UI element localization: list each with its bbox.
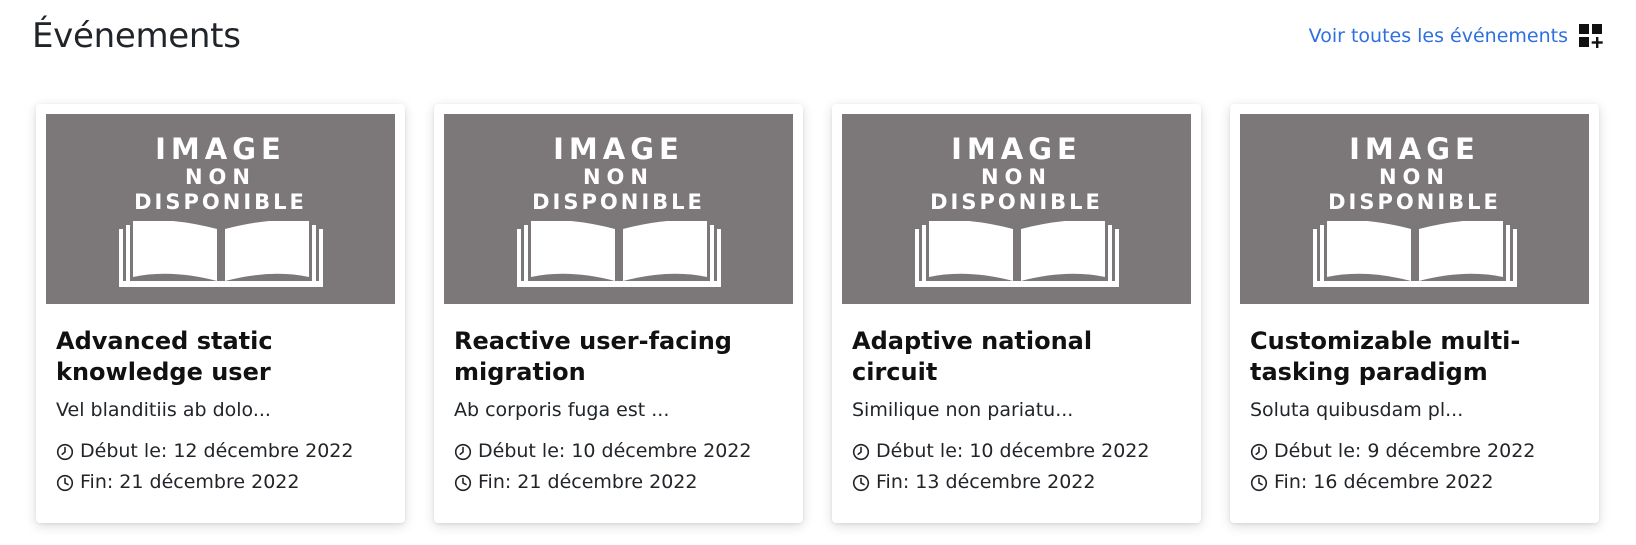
- clock-icon: [454, 474, 472, 491]
- event-end-date: Fin: 16 décembre 2022: [1250, 467, 1579, 498]
- see-all-events-label: Voir toutes les événements: [1308, 25, 1568, 47]
- event-end-date: Fin: 21 décembre 2022: [454, 467, 783, 498]
- event-card[interactable]: IMAGE NON DISPONIBLE Adaptive national c…: [832, 104, 1201, 523]
- clock-icon: [1250, 443, 1268, 460]
- event-card-body: Customizable multi-tasking paradigm Solu…: [1240, 304, 1589, 498]
- open-book-icon: [1312, 221, 1517, 287]
- event-start-label: Début le: 10 décembre 2022: [478, 440, 752, 462]
- placeholder-text-line: IMAGE: [155, 132, 286, 166]
- see-all-events-link[interactable]: Voir toutes les événements: [1309, 23, 1604, 49]
- clock-icon: [454, 443, 472, 460]
- event-start-label: Début le: 12 décembre 2022: [80, 440, 354, 462]
- placeholder-text-line: IMAGE: [553, 132, 684, 166]
- event-image-placeholder: IMAGE NON DISPONIBLE: [444, 114, 793, 304]
- event-end-label: Fin: 13 décembre 2022: [876, 471, 1096, 493]
- event-excerpt: Similique non pariatu...: [852, 399, 1074, 421]
- event-title[interactable]: Advanced static knowledge user: [56, 326, 385, 388]
- clock-icon: [852, 474, 870, 491]
- event-start-label: Début le: 10 décembre 2022: [876, 440, 1150, 462]
- event-end-date: Fin: 13 décembre 2022: [852, 467, 1181, 498]
- clock-icon: [1250, 474, 1268, 491]
- event-end-label: Fin: 16 décembre 2022: [1274, 471, 1494, 493]
- placeholder-text-line: NON: [1378, 165, 1450, 189]
- event-excerpt: Ab corporis fuga est ...: [454, 399, 670, 421]
- placeholder-text-line: NON: [582, 165, 654, 189]
- event-end-label: Fin: 21 décembre 2022: [478, 471, 698, 493]
- event-card-body: Advanced static knowledge user Vel bland…: [46, 304, 395, 498]
- event-card[interactable]: IMAGE NON DISPONIBLE Advanced static kno…: [36, 104, 405, 523]
- placeholder-text-line: DISPONIBLE: [930, 190, 1103, 214]
- open-book-icon: [914, 221, 1119, 287]
- clock-icon: [56, 474, 74, 491]
- dashboard-add-icon: [1579, 24, 1603, 48]
- placeholder-text-line: DISPONIBLE: [1328, 190, 1501, 214]
- event-image-placeholder: IMAGE NON DISPONIBLE: [842, 114, 1191, 304]
- event-start-label: Début le: 9 décembre 2022: [1274, 440, 1536, 462]
- event-card[interactable]: IMAGE NON DISPONIBLE Reactive user-facin…: [434, 104, 803, 523]
- event-excerpt: Vel blanditiis ab dolo...: [56, 399, 271, 421]
- clock-icon: [852, 443, 870, 460]
- clock-icon: [56, 443, 74, 460]
- event-card[interactable]: IMAGE NON DISPONIBLE Customizable multi-…: [1230, 104, 1599, 523]
- placeholder-text-line: NON: [980, 165, 1052, 189]
- events-page: Événements Voir toutes les événements IM…: [0, 0, 1636, 545]
- events-header: Événements Voir toutes les événements: [32, 12, 1604, 60]
- open-book-icon: [516, 221, 721, 287]
- event-title[interactable]: Adaptive national circuit: [852, 326, 1181, 388]
- event-image-placeholder: IMAGE NON DISPONIBLE: [1240, 114, 1589, 304]
- placeholder-text-line: IMAGE: [951, 132, 1082, 166]
- event-title[interactable]: Customizable multi-tasking paradigm: [1250, 326, 1579, 388]
- event-excerpt: Soluta quibusdam pl...: [1250, 399, 1464, 421]
- placeholder-text-line: DISPONIBLE: [134, 190, 307, 214]
- event-image-placeholder: IMAGE NON DISPONIBLE: [46, 114, 395, 304]
- event-title[interactable]: Reactive user-facing migration: [454, 326, 783, 388]
- event-end-label: Fin: 21 décembre 2022: [80, 471, 300, 493]
- open-book-icon: [118, 221, 323, 287]
- placeholder-text-line: IMAGE: [1349, 132, 1480, 166]
- event-card-body: Reactive user-facing migration Ab corpor…: [444, 304, 793, 498]
- event-start-date: Début le: 12 décembre 2022: [56, 436, 385, 467]
- placeholder-text-line: DISPONIBLE: [532, 190, 705, 214]
- event-card-body: Adaptive national circuit Similique non …: [842, 304, 1191, 498]
- page-title: Événements: [32, 16, 241, 56]
- event-start-date: Début le: 9 décembre 2022: [1250, 436, 1579, 467]
- event-start-date: Début le: 10 décembre 2022: [454, 436, 783, 467]
- placeholder-text-line: NON: [184, 165, 256, 189]
- event-start-date: Début le: 10 décembre 2022: [852, 436, 1181, 467]
- events-card-list: IMAGE NON DISPONIBLE Advanced static kno…: [36, 104, 1599, 523]
- event-end-date: Fin: 21 décembre 2022: [56, 467, 385, 498]
